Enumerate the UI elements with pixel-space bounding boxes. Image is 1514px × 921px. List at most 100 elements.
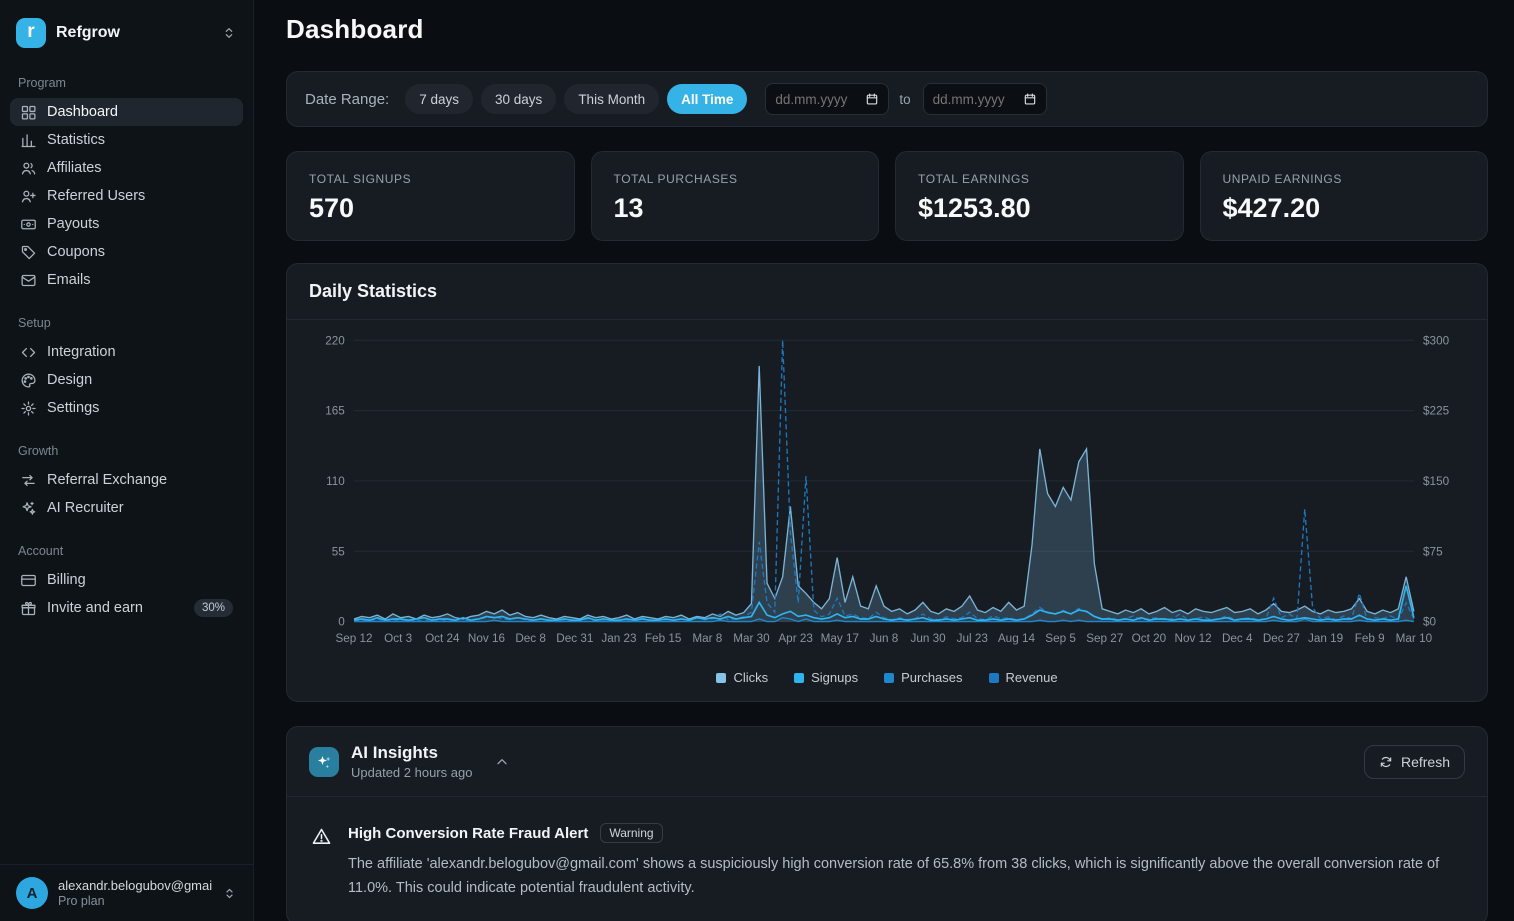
svg-text:Nov 16: Nov 16 bbox=[468, 632, 505, 645]
svg-text:Nov 12: Nov 12 bbox=[1175, 632, 1212, 645]
sidebar-item-integration[interactable]: Integration bbox=[10, 338, 243, 366]
daily-statistics-chart: 0 $0 55 $75 110 $150 165 $225 220 $300 Sep 12 Oct 3… bbox=[325, 334, 1450, 645]
svg-text:110: 110 bbox=[326, 475, 345, 488]
svg-text:$0: $0 bbox=[1423, 616, 1437, 629]
legend-item-clicks[interactable]: Clicks bbox=[716, 670, 768, 685]
legend-swatch bbox=[988, 672, 999, 683]
preset-all-time[interactable]: All Time bbox=[667, 84, 748, 114]
sidebar-item-label: Coupons bbox=[47, 244, 106, 260]
svg-text:$225: $225 bbox=[1423, 405, 1450, 418]
svg-text:Jan 19: Jan 19 bbox=[1308, 632, 1343, 645]
svg-text:Aug 14: Aug 14 bbox=[998, 632, 1036, 645]
date-range-label: Date Range: bbox=[305, 90, 390, 108]
legend-item-signups[interactable]: Signups bbox=[794, 670, 858, 685]
code-icon bbox=[20, 344, 37, 361]
collapse-caret-icon[interactable] bbox=[494, 754, 510, 770]
warning-triangle-icon bbox=[311, 826, 332, 900]
sidebar-item-referral-exchange[interactable]: Referral Exchange bbox=[10, 466, 243, 494]
sidebar-item-label: Referred Users bbox=[47, 188, 146, 204]
svg-text:Apr 23: Apr 23 bbox=[778, 632, 812, 645]
preset-30-days[interactable]: 30 days bbox=[481, 84, 557, 114]
sidebar-item-payouts[interactable]: Payouts bbox=[10, 210, 243, 238]
sidebar-item-statistics[interactable]: Statistics bbox=[10, 126, 243, 154]
svg-text:$150: $150 bbox=[1423, 475, 1450, 488]
sidebar-item-settings[interactable]: Settings bbox=[10, 394, 243, 422]
svg-text:Oct 20: Oct 20 bbox=[1132, 632, 1167, 645]
sidebar-item-invite-and-earn[interactable]: Invite and earn 30% bbox=[10, 594, 243, 622]
user-plus-icon bbox=[20, 188, 37, 205]
date-from-field[interactable] bbox=[765, 83, 890, 115]
sidebar-item-label: Billing bbox=[47, 572, 86, 588]
sidebar-item-design[interactable]: Design bbox=[10, 366, 243, 394]
chart-legend: Clicks Signups Purchases Revenue bbox=[287, 662, 1487, 701]
palette-icon bbox=[20, 372, 37, 389]
daily-statistics-card: Daily Statistics 0 $0 55 $75 110 $150 165 $225 2… bbox=[286, 263, 1488, 703]
svg-text:$75: $75 bbox=[1423, 545, 1443, 558]
refresh-button[interactable]: Refresh bbox=[1363, 744, 1465, 779]
svg-text:Sep 5: Sep 5 bbox=[1045, 632, 1076, 645]
ai-insights-title: AI Insights bbox=[351, 743, 438, 763]
stat-card-unpaid-earnings: UNPAID EARNINGS $427.20 bbox=[1199, 151, 1488, 241]
brand-name: Refgrow bbox=[56, 24, 120, 41]
legend-label: Clicks bbox=[733, 670, 769, 686]
sidebar-item-label: Statistics bbox=[47, 132, 106, 148]
ai-insights-card: AI Insights Updated 2 hours ago Refresh … bbox=[286, 726, 1488, 921]
svg-text:Mar 30: Mar 30 bbox=[733, 632, 770, 645]
tag-icon bbox=[20, 244, 37, 261]
svg-text:Feb 9: Feb 9 bbox=[1355, 632, 1385, 645]
svg-text:Sep 12: Sep 12 bbox=[335, 632, 372, 645]
sidebar: r Refgrow Program Dashboard Statistics Affi… bbox=[0, 0, 254, 921]
section-label: Setup bbox=[18, 316, 51, 330]
svg-text:Oct 3: Oct 3 bbox=[384, 632, 412, 645]
stats-row: TOTAL SIGNUPS 570 TOTAL PURCHASES 13 TOTAL E… bbox=[286, 151, 1488, 241]
sidebar-item-billing[interactable]: Billing bbox=[10, 566, 243, 594]
sidebar-item-emails[interactable]: Emails bbox=[10, 266, 243, 294]
refgrow-logo-icon: r bbox=[16, 18, 46, 48]
ai-sparkles-icon bbox=[309, 746, 339, 777]
stat-card-total-purchases: TOTAL PURCHASES 13 bbox=[590, 151, 879, 241]
gear-icon bbox=[20, 400, 37, 417]
svg-text:Dec 31: Dec 31 bbox=[556, 632, 593, 645]
sidebar-item-ai-recruiter[interactable]: AI Recruiter bbox=[10, 494, 243, 522]
date-from-input[interactable] bbox=[775, 91, 858, 107]
date-to-field[interactable] bbox=[922, 83, 1047, 115]
legend-label: Revenue bbox=[1005, 670, 1058, 686]
user-email: alexandr.belogubov@gmai... bbox=[58, 878, 212, 893]
svg-text:May 17: May 17 bbox=[821, 632, 859, 645]
legend-item-purchases[interactable]: Purchases bbox=[884, 670, 963, 685]
calendar-icon[interactable] bbox=[1023, 92, 1037, 106]
preset-7-days[interactable]: 7 days bbox=[405, 84, 474, 114]
sidebar-item-label: Settings bbox=[47, 400, 100, 416]
svg-text:Mar 8: Mar 8 bbox=[692, 632, 722, 645]
stat-card-total-signups: TOTAL SIGNUPS 570 bbox=[286, 151, 575, 241]
brand[interactable]: r Refgrow bbox=[10, 14, 243, 54]
sidebar-item-label: Integration bbox=[47, 344, 116, 360]
chart-title: Daily Statistics bbox=[287, 264, 1487, 320]
svg-text:Mar 10: Mar 10 bbox=[1396, 632, 1433, 645]
stat-value: $1253.80 bbox=[918, 193, 1031, 223]
sidebar-item-affiliates[interactable]: Affiliates bbox=[10, 154, 243, 182]
user-plan: Pro plan bbox=[58, 894, 105, 908]
users-icon bbox=[20, 160, 37, 177]
stat-value: 13 bbox=[613, 193, 644, 223]
fraud-alert: High Conversion Rate Fraud Alert Warning… bbox=[287, 797, 1487, 921]
sidebar-item-label: Affiliates bbox=[47, 160, 102, 176]
sidebar-item-dashboard[interactable]: Dashboard bbox=[10, 98, 243, 126]
svg-text:Dec 4: Dec 4 bbox=[1222, 632, 1253, 645]
sidebar-item-coupons[interactable]: Coupons bbox=[10, 238, 243, 266]
svg-text:Dec 8: Dec 8 bbox=[515, 632, 546, 645]
date-to-input[interactable] bbox=[932, 91, 1015, 107]
sidebar-item-referred-users[interactable]: Referred Users bbox=[10, 182, 243, 210]
svg-text:$300: $300 bbox=[1423, 334, 1450, 347]
sidebar-item-label: AI Recruiter bbox=[47, 500, 124, 516]
user-menu[interactable]: A alexandr.belogubov@gmai... Pro plan bbox=[0, 864, 253, 921]
legend-item-revenue[interactable]: Revenue bbox=[988, 670, 1058, 686]
stat-label: TOTAL EARNINGS bbox=[918, 172, 1030, 186]
stat-label: TOTAL SIGNUPS bbox=[309, 172, 412, 186]
calendar-icon[interactable] bbox=[865, 92, 879, 106]
refresh-icon bbox=[1379, 755, 1393, 769]
preset-this-month[interactable]: This Month bbox=[564, 84, 660, 114]
avatar: A bbox=[16, 877, 48, 909]
svg-text:Jun 30: Jun 30 bbox=[911, 632, 947, 645]
chevron-updown-icon[interactable] bbox=[221, 25, 237, 41]
